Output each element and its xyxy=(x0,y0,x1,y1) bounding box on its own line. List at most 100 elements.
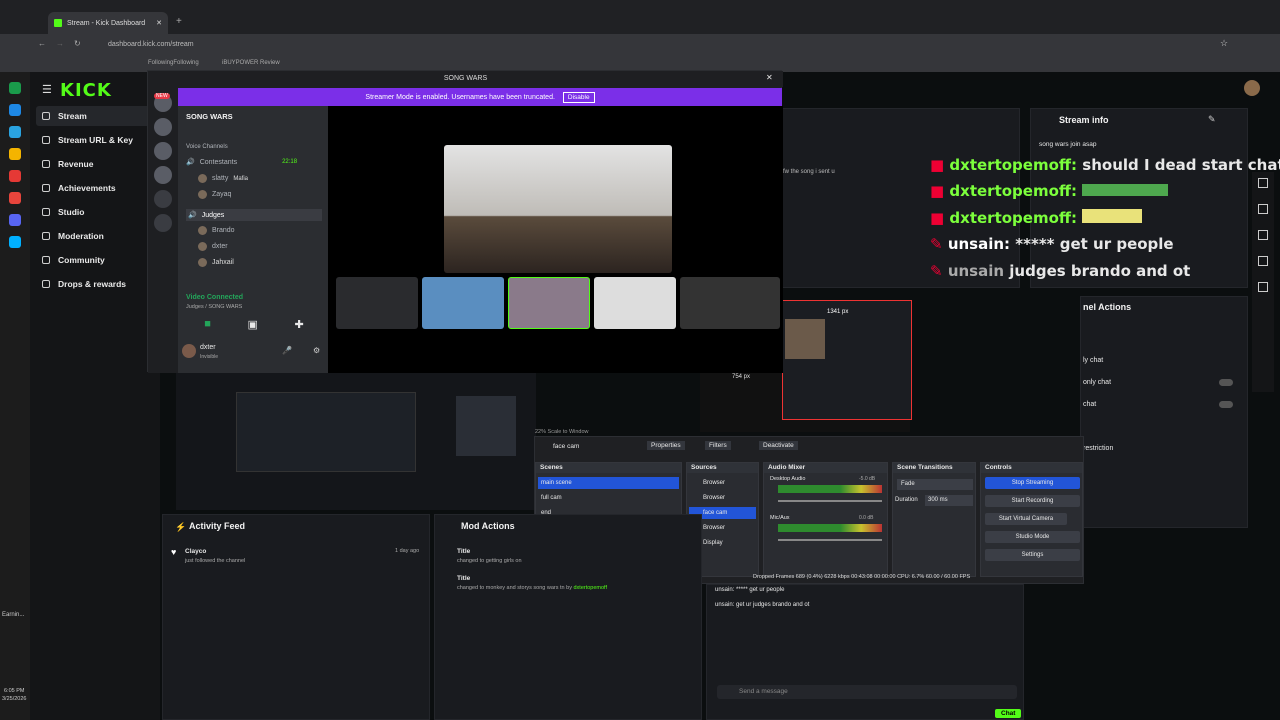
duration-label: Duration xyxy=(895,497,918,503)
edit-icon[interactable]: ✎ xyxy=(1208,114,1216,125)
video-tile[interactable] xyxy=(508,277,590,329)
bookmark-following[interactable]: FollowingFollowing xyxy=(148,60,199,66)
nav-moderation[interactable]: Moderation xyxy=(36,226,154,246)
bookmark-star-icon[interactable]: ☆ xyxy=(1220,38,1228,49)
camera-icon[interactable]: ■ xyxy=(204,318,211,332)
mixer-mic-db: 0.0 dB xyxy=(859,515,874,521)
mic-volume-slider[interactable] xyxy=(778,539,882,541)
nav-stream[interactable]: Stream xyxy=(36,106,154,126)
stop-streaming-button[interactable]: Stop Streaming xyxy=(985,477,1080,489)
tool-icon[interactable] xyxy=(1258,204,1268,214)
voice-member[interactable]: slatty Mafia xyxy=(198,174,248,183)
voice-status: Video Connected xyxy=(186,294,244,301)
gear-icon[interactable]: ⚙ xyxy=(313,346,320,355)
activity-text: just followed the channel xyxy=(185,558,246,564)
video-tile[interactable] xyxy=(594,277,676,329)
preview-height: 754 px xyxy=(732,374,751,380)
toggle[interactable] xyxy=(1219,379,1233,386)
deactivate-button[interactable]: Deactivate xyxy=(759,441,798,450)
action-slow-chat[interactable]: ly chat xyxy=(1083,357,1103,364)
explore-icon[interactable] xyxy=(154,214,172,232)
mic-icon[interactable]: 🎤 xyxy=(282,346,292,355)
scene-main[interactable]: main scene xyxy=(538,477,679,489)
url-field[interactable]: dashboard.kick.com/stream xyxy=(90,38,1210,52)
server-icon[interactable] xyxy=(154,142,172,160)
studio-mode-button[interactable]: Studio Mode xyxy=(985,531,1080,543)
files-icon[interactable] xyxy=(9,148,21,160)
edge-icon[interactable] xyxy=(9,104,21,116)
nav-community[interactable]: Community xyxy=(36,250,154,270)
desktop-volume-slider[interactable] xyxy=(778,500,882,502)
obs-icon[interactable] xyxy=(9,236,21,248)
voice-member[interactable]: dxter xyxy=(198,242,228,251)
obs-scale[interactable]: Scale to Window xyxy=(548,429,589,435)
taskbar-earnings[interactable]: Earnin... xyxy=(2,612,24,618)
nav-revenue[interactable]: Revenue xyxy=(36,154,154,174)
discord-close-icon[interactable]: ✕ xyxy=(766,73,773,82)
nav-studio[interactable]: Studio xyxy=(36,202,154,222)
duration-input[interactable]: 300 ms xyxy=(925,495,973,506)
menu-icon[interactable]: ☰ xyxy=(42,83,52,96)
activities-icon[interactable]: ✚ xyxy=(294,318,303,332)
source-item[interactable]: Browser xyxy=(689,477,756,489)
voice-channel-judges[interactable]: 🔊 Judges xyxy=(186,209,322,221)
server-icon[interactable] xyxy=(154,118,172,136)
nav-achievements[interactable]: Achievements xyxy=(36,178,154,198)
settings-button[interactable]: Settings xyxy=(985,549,1080,561)
video-tile[interactable] xyxy=(422,277,504,329)
chat-input[interactable]: Send a message xyxy=(717,685,1017,699)
start-virtual-camera-button[interactable]: Start Virtual Camera xyxy=(985,513,1067,525)
chat-user-icon: ✎ xyxy=(930,235,943,253)
new-tab-icon[interactable]: + xyxy=(176,16,182,27)
forward-icon[interactable]: → xyxy=(56,39,64,48)
scene-full-cam[interactable]: full cam xyxy=(538,492,679,504)
server-icon[interactable] xyxy=(154,166,172,184)
action-chat[interactable]: chat xyxy=(1083,401,1096,408)
voice-member[interactable]: Brando xyxy=(198,226,235,235)
discord-icon[interactable] xyxy=(9,214,21,226)
filters-button[interactable]: Filters xyxy=(705,441,731,450)
voice-member[interactable]: Zayaq xyxy=(198,190,231,199)
voice-member[interactable]: Jahxail xyxy=(198,258,234,267)
xbox-icon[interactable] xyxy=(9,82,21,94)
back-icon[interactable]: ← xyxy=(38,39,46,48)
mod-action-user[interactable]: dxtertopemoff xyxy=(573,585,607,591)
user-avatar[interactable] xyxy=(182,344,196,358)
chat-user[interactable]: unsain: xyxy=(715,587,734,593)
nav-stream-url-key[interactable]: Stream URL & Key xyxy=(36,130,154,150)
chat-send-button[interactable]: Chat xyxy=(995,709,1022,718)
server-name[interactable]: SONG WARS xyxy=(186,112,233,121)
telegram-icon[interactable] xyxy=(9,126,21,138)
tool-icon[interactable] xyxy=(1258,282,1268,292)
transition-select[interactable]: Fade xyxy=(897,479,973,490)
voice-channel-contestants[interactable]: 🔊 Contestants 22:18 xyxy=(186,158,297,167)
reload-icon[interactable]: ↻ xyxy=(74,39,81,48)
bookmark-ibuypower[interactable]: iBUYPOWER Review xyxy=(222,60,280,66)
kick-logo[interactable]: KICK xyxy=(60,80,112,101)
screenshare-icon[interactable]: ▣ xyxy=(248,318,258,332)
tool-icon[interactable] xyxy=(1258,178,1268,188)
source-item[interactable]: Browser xyxy=(689,492,756,504)
action-only-chat[interactable]: only chat xyxy=(1083,379,1111,386)
properties-button[interactable]: Properties xyxy=(647,441,685,450)
disable-button[interactable]: Disable xyxy=(562,91,595,103)
add-server-icon[interactable] xyxy=(154,190,172,208)
main-video-feed[interactable] xyxy=(444,145,672,273)
video-tile[interactable] xyxy=(680,277,780,329)
close-tab-icon[interactable]: ✕ xyxy=(156,19,162,27)
preview-selection[interactable]: 1341 px xyxy=(782,300,912,420)
obs-zoom[interactable]: 22% xyxy=(535,429,546,435)
browser-tab[interactable]: Stream - Kick Dashboard ✕ xyxy=(48,12,168,34)
start-recording-button[interactable]: Start Recording xyxy=(985,495,1080,507)
chat-user[interactable]: unsain: xyxy=(715,602,734,608)
chrome-icon[interactable] xyxy=(9,192,21,204)
tool-icon[interactable] xyxy=(1258,256,1268,266)
toggle[interactable] xyxy=(1219,401,1233,408)
user-avatar[interactable] xyxy=(1244,80,1260,96)
nav-drops-rewards[interactable]: Drops & rewards xyxy=(36,274,154,294)
video-tile[interactable] xyxy=(336,277,418,329)
activity-user[interactable]: Clayco xyxy=(185,548,206,555)
tool-icon[interactable] xyxy=(1258,230,1268,240)
action-restriction[interactable]: restriction xyxy=(1083,445,1113,452)
adobe-icon[interactable] xyxy=(9,170,21,182)
